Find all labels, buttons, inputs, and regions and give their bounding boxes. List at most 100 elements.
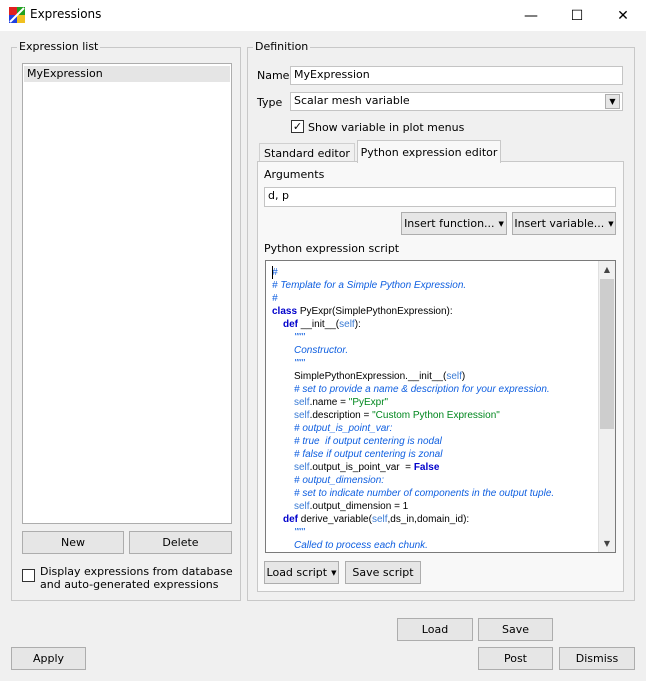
script-token: ) — [461, 371, 466, 382]
list-item[interactable]: MyExpression — [24, 66, 230, 82]
dismiss-button[interactable]: Dismiss — [559, 647, 635, 670]
insert-function-label: Insert function... — [404, 217, 495, 230]
script-token: "Custom Python Expression" — [372, 410, 500, 421]
expression-listbox[interactable]: MyExpression — [22, 63, 232, 524]
insert-function-button[interactable]: Insert function... ▼ — [401, 212, 507, 235]
maximize-icon: ☐ — [570, 7, 584, 24]
window-title: Expressions — [30, 7, 102, 21]
apply-button[interactable]: Apply — [11, 647, 86, 670]
scroll-up-icon[interactable]: ▲ — [599, 261, 615, 278]
script-token: def — [283, 514, 301, 525]
script-token: # set to provide a name & description fo… — [294, 384, 550, 395]
text-cursor — [272, 266, 273, 279]
script-line: def __init__(self): — [283, 318, 361, 331]
script-token: .description = — [309, 410, 373, 421]
script-line: self.name = "PyExpr" — [294, 396, 388, 409]
script-line: Constructor. — [294, 344, 348, 357]
script-token: ,ds_in,domain_id): — [387, 514, 470, 525]
show-variable-label: Show variable in plot menus — [308, 121, 465, 134]
name-input[interactable]: MyExpression — [290, 66, 623, 85]
script-token: # output_dimension: — [294, 475, 385, 486]
minimize-button[interactable]: — — [508, 0, 554, 31]
script-token: self — [339, 319, 355, 330]
script-token: # set to indicate number of components i… — [294, 488, 555, 499]
definition-legend: Definition — [253, 40, 311, 53]
script-line: """ — [294, 331, 305, 344]
script-token: """ — [294, 358, 305, 369]
script-label: Python expression script — [264, 242, 400, 255]
script-token: """ — [294, 332, 305, 343]
script-editor[interactable]: # # Template for a Simple Python Expressi… — [265, 260, 616, 553]
type-select[interactable]: Scalar mesh variable — [290, 92, 623, 111]
chevron-down-icon[interactable]: ▼ — [605, 94, 620, 109]
load-script-button[interactable]: Load script ▼ — [264, 561, 339, 584]
script-token: .output_dimension = 1 — [309, 501, 409, 512]
script-line: # false if output centering is zonal — [294, 448, 442, 461]
script-scrollbar[interactable]: ▲ ▼ — [598, 261, 615, 552]
script-line: # set to indicate number of components i… — [294, 487, 554, 500]
script-token: # Template for a Simple Python Expressio… — [272, 280, 467, 291]
script-token: # — [272, 293, 278, 304]
script-token: class — [272, 306, 300, 317]
chevron-down-icon: ▼ — [498, 219, 504, 228]
script-line: # true if output centering is nodal — [294, 435, 442, 448]
script-token: self — [294, 397, 310, 408]
script-token: derive_variable( — [300, 514, 372, 525]
save-script-button[interactable]: Save script — [345, 561, 421, 584]
new-button[interactable]: New — [22, 531, 124, 554]
script-line: class PyExpr(SimplePythonExpression): — [272, 305, 453, 318]
script-line: def derive_variable(self,ds_in,domain_id… — [283, 513, 469, 526]
script-line: self.output_is_point_var = False — [294, 461, 439, 474]
arguments-input[interactable]: d, p — [264, 187, 616, 207]
script-token: SimplePythonExpression.__init__( — [294, 371, 447, 382]
script-line: self.output_dimension = 1 — [294, 500, 408, 513]
script-token: self — [294, 501, 310, 512]
close-icon: ✕ — [617, 7, 629, 24]
script-line: """ — [294, 526, 305, 539]
scrollbar-thumb[interactable] — [600, 279, 614, 429]
script-token: Constructor. — [294, 345, 349, 356]
insert-variable-label: Insert variable... — [514, 217, 605, 230]
maximize-button[interactable]: ☐ — [554, 0, 600, 31]
post-button[interactable]: Post — [478, 647, 553, 670]
close-button[interactable]: ✕ — [600, 0, 646, 31]
display-expressions-label: Display expressions from database and au… — [40, 565, 233, 591]
minimize-icon: — — [524, 7, 538, 24]
arguments-label: Arguments — [264, 168, 325, 181]
expression-list-legend: Expression list — [17, 40, 101, 53]
load-button[interactable]: Load — [397, 618, 473, 641]
script-token: self — [294, 410, 310, 421]
script-token: """ — [294, 527, 305, 538]
tab-standard-editor[interactable]: Standard editor — [259, 143, 355, 162]
delete-button[interactable]: Delete — [129, 531, 232, 554]
script-line: # Template for a Simple Python Expressio… — [272, 279, 466, 292]
script-line: # output_is_point_var: — [294, 422, 392, 435]
script-token: def — [283, 319, 301, 330]
script-token: .output_is_point_var = — [309, 462, 414, 473]
script-token: # output_is_point_var: — [294, 423, 393, 434]
script-code: # # Template for a Simple Python Expressi… — [272, 266, 597, 551]
app-icon — [9, 7, 25, 23]
script-token: "PyExpr" — [348, 397, 389, 408]
script-line: """ — [294, 357, 305, 370]
script-token: self — [446, 371, 462, 382]
script-token: PyExpr(SimplePythonExpression): — [299, 306, 453, 317]
script-line: # output_dimension: — [294, 474, 384, 487]
name-label: Name — [257, 69, 290, 82]
tab-python-expression-editor[interactable]: Python expression editor — [357, 140, 501, 163]
script-line: # — [272, 292, 278, 305]
type-select-value: Scalar mesh variable — [294, 94, 410, 107]
type-label: Type — [257, 96, 283, 109]
script-token: self — [294, 462, 310, 473]
show-variable-checkbox[interactable]: ✓ — [291, 120, 304, 133]
display-expressions-checkbox[interactable] — [22, 569, 35, 582]
script-token: self — [371, 514, 388, 525]
script-line: self.description = "Custom Python Expres… — [294, 409, 500, 422]
insert-variable-button[interactable]: Insert variable... ▼ — [512, 212, 616, 235]
save-button[interactable]: Save — [478, 618, 553, 641]
script-token: False — [413, 462, 440, 473]
script-token: # true if output centering is nodal — [294, 436, 442, 447]
script-token: .name = — [309, 397, 349, 408]
scroll-down-icon[interactable]: ▼ — [599, 535, 615, 552]
script-token: ): — [354, 319, 361, 330]
